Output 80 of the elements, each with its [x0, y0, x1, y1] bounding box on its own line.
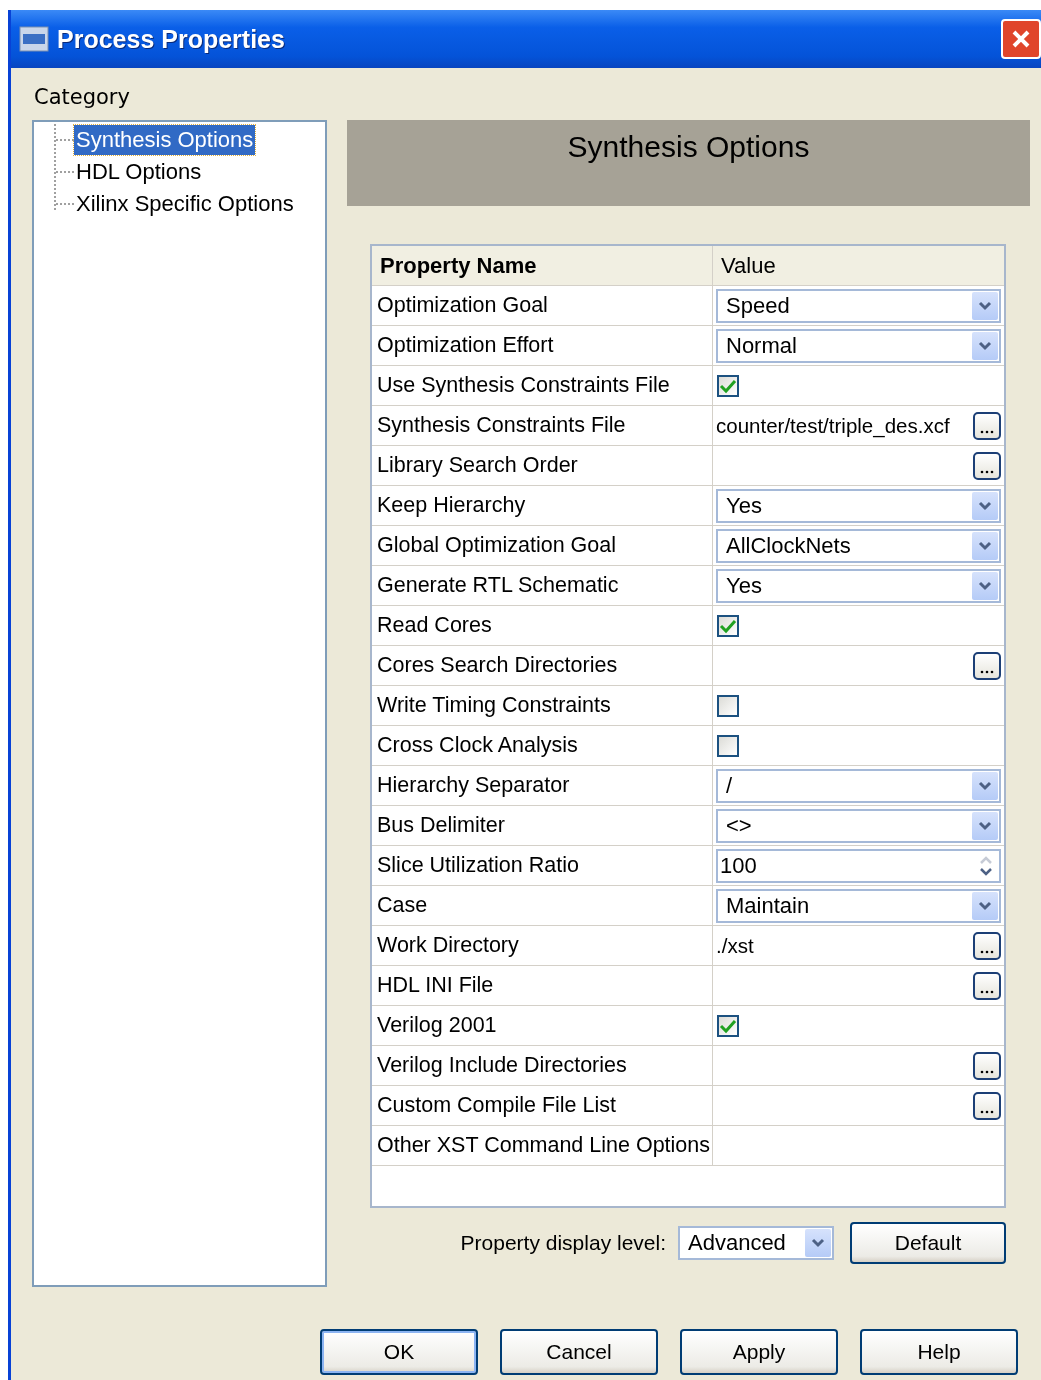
property-name: Read Cores	[372, 606, 713, 645]
checkbox[interactable]	[717, 374, 739, 397]
display-level-label: Property display level:	[460, 1231, 666, 1255]
ellipsis-icon	[979, 429, 995, 434]
panel-title: Synthesis Options	[347, 120, 1030, 206]
window-title: Process Properties	[57, 24, 285, 54]
caret-icon	[978, 300, 992, 311]
value-dropdown[interactable]: Normal	[716, 328, 1001, 363]
ellipsis-icon	[979, 1069, 995, 1074]
property-name: Optimization Effort	[372, 326, 713, 365]
value-text: counter/test/triple_des.xcf	[716, 413, 950, 438]
checkbox[interactable]	[717, 694, 739, 717]
property-name: HDL INI File	[372, 966, 713, 1005]
caret-icon	[978, 580, 992, 591]
value-dropdown[interactable]: <>	[716, 808, 1001, 843]
spin-field[interactable]: 100	[716, 848, 1001, 883]
ellipsis-icon	[979, 1109, 995, 1114]
column-header: Value	[720, 251, 777, 280]
property-name: Custom Compile File List	[372, 1086, 713, 1125]
tree-item[interactable]: Xilinx Specific Options	[74, 189, 296, 219]
ellipsis-icon	[979, 989, 995, 994]
tree-item[interactable]: HDL Options	[74, 157, 204, 187]
property-name: Work Directory	[372, 926, 713, 965]
caret-icon	[978, 820, 992, 831]
caret-icon	[978, 340, 992, 351]
dialog-button[interactable]: OK	[320, 1329, 478, 1375]
property-name: Bus Delimiter	[372, 806, 713, 845]
value-dropdown[interactable]: Maintain	[716, 888, 1001, 923]
browse-button[interactable]	[973, 931, 1001, 960]
value-text: ./xst	[716, 933, 754, 958]
property-name: Verilog Include Directories	[372, 1046, 713, 1085]
checkbox[interactable]	[717, 734, 739, 757]
value-dropdown[interactable]: Yes	[716, 488, 1001, 523]
category-label: Category	[33, 84, 131, 111]
dialog-button[interactable]: Cancel	[500, 1329, 658, 1375]
property-name: Keep Hierarchy	[372, 486, 713, 525]
ellipsis-icon	[979, 669, 995, 674]
property-name: Other XST Command Line Options	[372, 1126, 713, 1165]
property-name: Generate RTL Schematic	[372, 566, 713, 605]
close-icon	[1010, 28, 1032, 50]
spinner-icon	[977, 854, 995, 877]
property-name: Global Optimization Goal	[372, 526, 713, 565]
browse-button[interactable]	[973, 651, 1001, 680]
ellipsis-icon	[979, 469, 995, 474]
property-name: Synthesis Constraints File	[372, 406, 713, 445]
browse-button[interactable]	[973, 411, 1001, 440]
ellipsis-icon	[979, 949, 995, 954]
caret-icon	[811, 1238, 825, 1248]
value-dropdown[interactable]: Yes	[716, 568, 1001, 603]
value-dropdown[interactable]: AllClockNets	[716, 528, 1001, 563]
property-name: Slice Utilization Ratio	[372, 846, 713, 885]
column-header: Property Name	[372, 246, 713, 285]
checkbox[interactable]	[717, 614, 739, 637]
browse-button[interactable]	[973, 451, 1001, 480]
property-name: Cores Search Directories	[372, 646, 713, 685]
property-name: Verilog 2001	[372, 1006, 713, 1045]
property-name: Library Search Order	[372, 446, 713, 485]
caret-icon	[978, 900, 992, 911]
browse-button[interactable]	[973, 1051, 1001, 1080]
dialog-button[interactable]: Help	[860, 1329, 1018, 1375]
property-name: Hierarchy Separator	[372, 766, 713, 805]
value-dropdown[interactable]: Speed	[716, 288, 1001, 323]
dialog-button[interactable]: Apply	[680, 1329, 838, 1375]
property-name: Case	[372, 886, 713, 925]
browse-button[interactable]	[973, 1091, 1001, 1120]
checkbox[interactable]	[717, 1014, 739, 1037]
property-name: Optimization Goal	[372, 286, 713, 325]
display-level-dropdown[interactable]: Advanced	[678, 1226, 834, 1260]
property-name: Cross Clock Analysis	[372, 726, 713, 765]
caret-icon	[978, 540, 992, 551]
caret-icon	[978, 780, 992, 791]
property-name: Write Timing Constraints	[372, 686, 713, 725]
value-dropdown[interactable]: /	[716, 768, 1001, 803]
default-button[interactable]: Default	[850, 1222, 1006, 1264]
browse-button[interactable]	[973, 971, 1001, 1000]
tree-item[interactable]: Synthesis Options	[74, 125, 256, 155]
close-button[interactable]	[1001, 19, 1041, 59]
app-icon	[19, 26, 49, 52]
caret-icon	[978, 500, 992, 511]
property-name: Use Synthesis Constraints File	[372, 366, 713, 405]
